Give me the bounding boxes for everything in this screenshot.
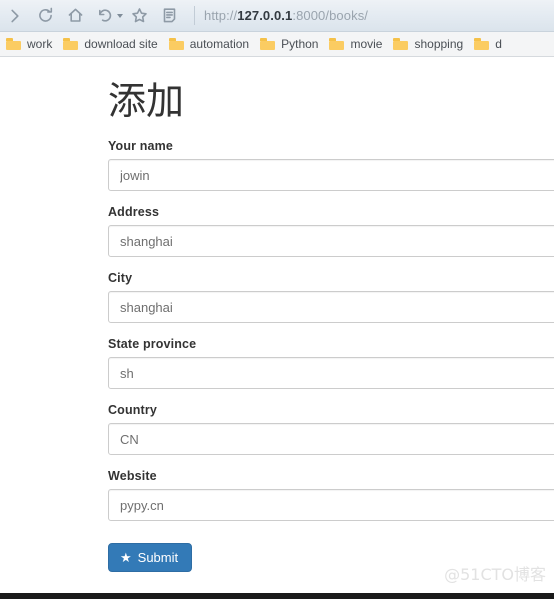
input-your-name[interactable] — [108, 159, 554, 191]
star-outline-icon — [131, 8, 147, 23]
bookmark-label: d — [495, 36, 502, 51]
input-state-province[interactable] — [108, 357, 554, 389]
input-country[interactable] — [108, 423, 554, 455]
folder-icon — [168, 38, 184, 50]
url-host: 127.0.0.1 — [237, 8, 293, 23]
forward-button[interactable] — [0, 1, 30, 31]
label-country: Country — [108, 403, 157, 417]
home-icon — [68, 8, 82, 22]
page-viewport: 添加 Your name Address City State province… — [0, 57, 554, 599]
label-website: Website — [108, 469, 157, 483]
bookmark-item[interactable]: download site — [63, 32, 164, 56]
reload-button[interactable] — [30, 1, 60, 31]
form-group-website: Website — [108, 469, 554, 521]
watermark: @51CTO博客 — [444, 565, 546, 584]
bookmark-star-button[interactable] — [124, 1, 154, 31]
url-scheme: http:// — [204, 8, 238, 23]
browser-toolbar: http://127.0.0.1:8000/books/ — [0, 0, 554, 32]
history-dropdown-button[interactable] — [115, 1, 124, 31]
bookmark-item[interactable]: d — [474, 32, 509, 56]
home-button[interactable] — [60, 1, 90, 31]
toolbar-separator — [194, 6, 195, 25]
form-group-city: City — [108, 271, 554, 323]
undo-arrow-icon — [98, 9, 111, 22]
bookmark-label: work — [27, 36, 53, 51]
input-website[interactable] — [108, 489, 554, 521]
address-bar[interactable]: http://127.0.0.1:8000/books/ — [204, 1, 554, 31]
folder-icon — [329, 38, 345, 50]
form-group-your-name: Your name — [108, 139, 554, 191]
bookmark-item[interactable]: movie — [329, 32, 389, 56]
label-city: City — [108, 271, 133, 285]
form-group-address: Address — [108, 205, 554, 257]
bookmark-label: automation — [189, 36, 250, 51]
form-group-country: Country — [108, 403, 554, 455]
bookmark-item[interactable]: Python — [260, 32, 325, 56]
chevron-right-icon — [11, 9, 19, 22]
submit-button-label: Submit — [137, 550, 179, 565]
bookmark-label: movie — [350, 36, 383, 51]
label-your-name: Your name — [108, 139, 174, 153]
reload-icon — [38, 7, 52, 22]
input-city[interactable] — [108, 291, 554, 323]
bookmark-item[interactable]: automation — [168, 32, 256, 56]
star-icon: ★ — [120, 550, 132, 565]
label-state-province: State province — [108, 337, 197, 351]
bookmark-label: shopping — [414, 36, 464, 51]
form-group-state-province: State province — [108, 337, 554, 389]
bottom-edge — [0, 593, 554, 599]
bookmarks-bar: work download site automation Python mov… — [0, 32, 554, 57]
chevron-down-icon — [116, 13, 123, 18]
input-address[interactable] — [108, 225, 554, 257]
folder-icon — [260, 38, 276, 50]
folder-icon — [6, 38, 21, 50]
submit-button[interactable]: ★ Submit — [108, 543, 193, 572]
url-path: :8000/books/ — [292, 8, 369, 23]
bookmark-label: Python — [281, 36, 319, 51]
bookmark-label: download site — [84, 36, 158, 51]
bookmark-item[interactable]: shopping — [393, 32, 470, 56]
folder-icon — [393, 38, 409, 50]
folder-icon — [474, 38, 490, 50]
note-page-icon — [163, 8, 175, 23]
bookmark-item[interactable]: work — [6, 32, 59, 56]
reader-view-button[interactable] — [154, 1, 184, 31]
folder-icon — [63, 38, 79, 50]
label-address: Address — [108, 205, 160, 219]
add-book-form: 添加 Your name Address City State province… — [0, 57, 554, 572]
page-title: 添加 — [108, 79, 185, 123]
